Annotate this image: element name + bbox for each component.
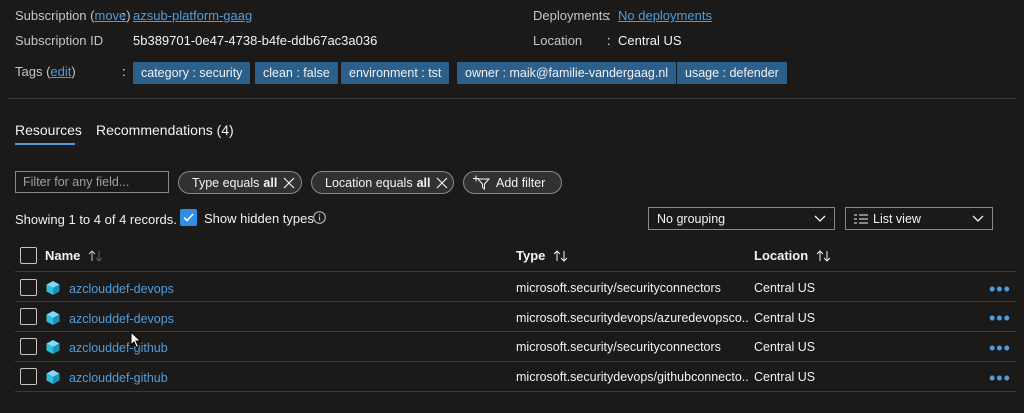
row-checkbox[interactable] xyxy=(20,308,37,325)
show-hidden-types-checkbox[interactable] xyxy=(180,209,197,226)
column-header-location[interactable]: Location xyxy=(754,248,832,263)
checkmark-icon xyxy=(183,213,194,222)
location-filter-prefix: Location equals xyxy=(325,175,413,190)
grouping-dropdown[interactable]: No grouping xyxy=(648,207,835,230)
sort-arrows-icon xyxy=(553,249,569,262)
sort-arrows-icon xyxy=(88,249,104,262)
resource-name-link[interactable]: azclouddef-devops xyxy=(69,282,174,296)
row-more-menu[interactable]: ••• xyxy=(989,369,1011,387)
resource-type: microsoft.security/securityconnectors xyxy=(516,340,721,354)
type-filter-value: all xyxy=(263,175,278,190)
mouse-cursor-icon xyxy=(130,331,142,349)
sort-arrows-icon xyxy=(816,249,832,262)
resource-type: microsoft.securitydevops/azuredevopsco..… xyxy=(516,311,748,325)
row-checkbox[interactable] xyxy=(20,338,37,355)
tab-resources[interactable]: Resources xyxy=(15,122,82,138)
colon: : xyxy=(122,8,126,23)
view-selected-wrap: List view xyxy=(854,212,921,226)
column-header-name[interactable]: Name xyxy=(45,248,104,263)
tab-selected-indicator xyxy=(15,143,75,145)
subscription-id-label: Subscription ID xyxy=(15,33,104,48)
column-name-label: Name xyxy=(45,248,81,263)
column-location-label: Location xyxy=(754,248,809,263)
tag-usage[interactable]: usage : defender xyxy=(677,62,787,84)
resource-location: Central US xyxy=(754,370,816,384)
subscription-id-value: 5b389701-0e47-4738-b4fe-ddb67ac3a036 xyxy=(133,33,378,48)
tag-category[interactable]: category : security xyxy=(133,62,251,84)
column-type-label: Type xyxy=(516,248,546,263)
colon: : xyxy=(122,64,126,79)
location-filter-pill[interactable]: Location equals all xyxy=(311,171,454,194)
view-dropdown[interactable]: List view xyxy=(845,207,993,230)
colon: : xyxy=(607,8,611,23)
filter-search-input[interactable] xyxy=(15,171,169,193)
resource-name-link[interactable]: azclouddef-github xyxy=(69,341,168,355)
type-filter-pill[interactable]: Type equals all xyxy=(178,171,302,194)
colon: : xyxy=(607,33,611,48)
deployments-link[interactable]: No deployments xyxy=(618,8,712,23)
add-filter-button[interactable]: Add filter xyxy=(463,171,562,194)
cube-icon xyxy=(46,340,60,354)
records-count: Showing 1 to 4 of 4 records. xyxy=(15,212,177,227)
divider xyxy=(8,98,1016,99)
subscription-label: Subscription xyxy=(15,8,87,23)
resource-location: Central US xyxy=(754,340,816,354)
close-icon[interactable] xyxy=(283,177,295,189)
resource-location: Central US xyxy=(754,311,816,325)
row-checkbox[interactable] xyxy=(20,368,37,385)
location-value: Central US xyxy=(618,33,682,48)
edit-tags-link[interactable]: edit xyxy=(50,64,71,79)
tag-owner[interactable]: owner : maik@familie-vandergaag.nl xyxy=(457,62,677,84)
chevron-down-icon xyxy=(814,215,826,223)
location-filter-value: all xyxy=(416,175,431,190)
row-divider xyxy=(15,301,1016,302)
tab-recommendations[interactable]: Recommendations (4) xyxy=(96,122,234,138)
resource-location: Central US xyxy=(754,281,816,295)
deployments-label: Deployments xyxy=(533,8,609,23)
row-divider xyxy=(15,391,1016,392)
resource-name-link[interactable]: azclouddef-devops xyxy=(69,312,174,326)
column-header-type[interactable]: Type xyxy=(516,248,569,263)
tags-label-line: Tags (edit) xyxy=(15,64,76,79)
chevron-down-icon xyxy=(972,215,984,223)
add-filter-label: Add filter xyxy=(496,175,546,190)
resource-type: microsoft.security/securityconnectors xyxy=(516,281,721,295)
list-icon xyxy=(854,214,868,224)
subscription-name-link[interactable]: azsub-platform-gaag xyxy=(133,8,252,23)
info-icon[interactable] xyxy=(313,211,326,227)
row-divider xyxy=(15,361,1016,362)
location-label: Location xyxy=(533,33,583,48)
cube-icon xyxy=(46,281,60,295)
cube-icon xyxy=(46,311,60,325)
resource-name-link[interactable]: azclouddef-github xyxy=(69,371,168,385)
cube-icon xyxy=(46,370,60,384)
row-divider xyxy=(15,331,1016,332)
grouping-selected: No grouping xyxy=(657,211,726,226)
row-more-menu[interactable]: ••• xyxy=(989,280,1011,298)
filter-add-icon xyxy=(473,175,490,190)
row-checkbox[interactable] xyxy=(20,279,37,296)
row-divider xyxy=(15,271,1016,272)
tag-environment[interactable]: environment : tst xyxy=(341,62,450,84)
row-more-menu[interactable]: ••• xyxy=(989,309,1011,327)
close-icon[interactable] xyxy=(436,177,448,189)
view-selected: List view xyxy=(873,211,921,226)
select-all-checkbox[interactable] xyxy=(20,247,37,264)
tags-label: Tags xyxy=(15,64,43,79)
resource-type: microsoft.securitydevops/githubconnecto.… xyxy=(516,370,748,384)
type-filter-prefix: Type equals xyxy=(192,175,260,190)
tag-clean[interactable]: clean : false xyxy=(255,62,338,84)
show-hidden-types-label: Show hidden types xyxy=(204,211,314,226)
subscription-label-line: Subscription (move) xyxy=(15,8,131,23)
row-more-menu[interactable]: ••• xyxy=(989,339,1011,357)
